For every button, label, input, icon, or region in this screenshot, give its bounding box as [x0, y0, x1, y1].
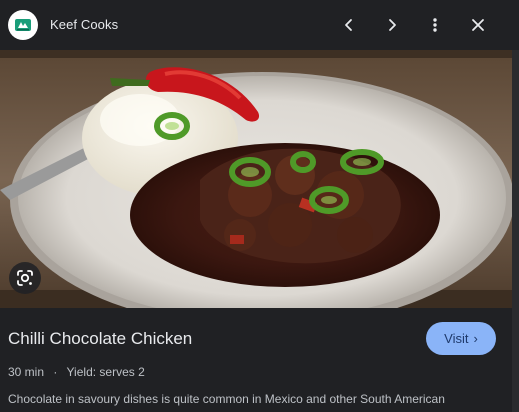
more-options-button[interactable] — [421, 11, 449, 39]
visit-label: Visit — [444, 331, 469, 346]
previous-button[interactable] — [335, 11, 363, 39]
site-name[interactable]: Keef Cooks — [50, 17, 118, 32]
visit-button[interactable]: Visit › — [426, 322, 496, 355]
recipe-yield: Yield: serves 2 — [66, 365, 145, 379]
chevron-right-icon — [389, 19, 396, 31]
google-lens-button[interactable] — [9, 262, 41, 294]
chevron-left-icon — [345, 19, 352, 31]
panel-header: Keef Cooks — [0, 0, 519, 50]
more-vert-icon — [433, 18, 437, 32]
meta-separator: · — [53, 365, 58, 379]
recipe-meta: 30 min · Yield: serves 2 — [8, 365, 145, 379]
close-icon — [472, 19, 484, 31]
recipe-image[interactable] — [0, 50, 512, 308]
recipe-description: Chocolate in savoury dishes is quite com… — [8, 392, 445, 406]
scrollbar[interactable] — [512, 50, 519, 412]
next-button[interactable] — [378, 11, 406, 39]
google-lens-icon — [17, 270, 33, 286]
close-button[interactable] — [464, 11, 492, 39]
chevron-right-icon: › — [473, 331, 478, 346]
recipe-title[interactable]: Chilli Chocolate Chicken — [8, 329, 192, 349]
cook-time: 30 min — [8, 365, 45, 379]
recipe-preview-panel: Keef Cooks Chilli Chocolate Chicken Visi… — [0, 0, 519, 412]
food-photo — [0, 50, 512, 308]
site-logo-icon[interactable] — [8, 10, 38, 40]
